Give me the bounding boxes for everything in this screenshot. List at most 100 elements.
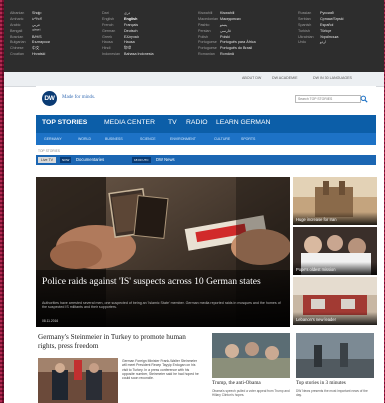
dw-logo[interactable]: DW <box>42 91 57 106</box>
nav-media-center[interactable]: MEDIA CENTER <box>104 119 155 126</box>
subnav-culture[interactable]: CULTURE <box>214 137 230 141</box>
side-story-title: Huge increase for Iran <box>296 217 337 222</box>
language-native: Shqip <box>32 10 42 15</box>
language-name: Pashto <box>198 22 210 27</box>
language-name: Spanish <box>298 22 312 27</box>
subnav-world[interactable]: WORLD <box>78 137 91 141</box>
languages-link[interactable]: DW IN 30 LANGUAGES <box>313 76 352 80</box>
nav-radio[interactable]: RADIO <box>186 119 208 126</box>
side-story[interactable]: Pope's oldest mission <box>293 227 377 275</box>
language-native: Română <box>220 52 234 57</box>
language-name: Indonesian <box>102 52 121 57</box>
live-tv-button[interactable]: Live TV <box>38 157 56 163</box>
tile-title[interactable]: Trump, the anti-Obama <box>212 380 261 386</box>
tile-title[interactable]: Top stories in 3 minutes <box>296 380 346 386</box>
language-native: Bahasa Indonesia <box>124 52 154 57</box>
story-photo <box>38 358 118 403</box>
language-native: አማርኛ <box>32 16 43 21</box>
subnav-environment[interactable]: ENVIRONMENT <box>170 137 196 141</box>
search-input[interactable]: Search TOP STORIES <box>295 95 361 103</box>
sub-nav: GERMANY WORLD BUSINESS SCIENCE ENVIRONME… <box>36 133 376 145</box>
academie-link[interactable]: DW ACADEMIE <box>272 76 298 80</box>
language-name: Serbian <box>298 16 311 21</box>
side-story-title: Pope's oldest mission <box>296 267 336 272</box>
language-name: Hindi <box>102 46 111 51</box>
language-native: हिन्दी <box>124 45 131 50</box>
language-native: Español <box>320 22 334 27</box>
language-name: English <box>102 16 115 21</box>
nav-top-stories[interactable]: TOP STORIES <box>42 119 87 126</box>
story-headline[interactable]: Germany's Steinmeier in Turkey to promot… <box>38 333 198 350</box>
side-story[interactable]: Huge increase for Iran <box>293 177 377 225</box>
language-name: Bengali <box>10 28 23 33</box>
language-name: Persian <box>198 28 211 33</box>
language-name: Bosnian <box>10 34 24 39</box>
nav-learn-german[interactable]: LEARN GERMAN <box>216 119 270 126</box>
side-story-caption: Pope's oldest mission <box>293 262 377 275</box>
language-native: 中文 <box>32 45 40 50</box>
nav-tv[interactable]: TV <box>168 119 177 126</box>
breadcrumb: TOP STORIES <box>38 149 60 153</box>
language-native: Polski <box>220 34 230 39</box>
tile-image <box>212 333 290 378</box>
slogan: Made for minds. <box>62 95 96 100</box>
language-native: اردو <box>320 40 327 45</box>
language-name: Bulgarian <box>10 40 26 45</box>
ticker-tag: NOW <box>60 157 72 163</box>
language-native: دری <box>124 10 131 15</box>
side-story[interactable]: Lebanon's new leader <box>293 277 377 325</box>
language-column-3: Kiswahili Kiswahili Macedonian Македонски … <box>198 10 256 57</box>
language-native: Македонски <box>220 16 241 21</box>
language-name: Polish <box>198 34 209 39</box>
language-item[interactable]: Croatian Hrvatski <box>10 51 50 57</box>
video-tile[interactable] <box>212 333 290 378</box>
language-native: Русский <box>320 10 334 15</box>
language-native: Português do Brasil <box>220 46 253 51</box>
subnav-business[interactable]: BUSINESS <box>105 137 123 141</box>
search-icon[interactable] <box>360 95 368 103</box>
language-native: پښتو <box>220 22 228 27</box>
hero-title[interactable]: Police raids against 'IS' suspects acros… <box>42 276 272 287</box>
language-name: German <box>102 28 116 33</box>
browser-page: Albanian Shqip Amharic አማርኛ Arabic عربي Ben… <box>4 0 384 403</box>
language-name: Kiswahili <box>198 10 213 15</box>
language-name: Chinese <box>10 46 24 51</box>
language-native: Türkçe <box>320 28 332 33</box>
language-name: Dari <box>102 10 109 15</box>
subnav-germany[interactable]: GERMANY <box>44 137 62 141</box>
language-item[interactable]: Urdu اردو <box>298 39 344 45</box>
language-item[interactable]: Indonesian Bahasa Indonesia <box>102 51 154 57</box>
language-native: B/H/S <box>32 34 42 39</box>
language-native: Kiswahili <box>220 10 235 15</box>
subnav-science[interactable]: SCIENCE <box>140 137 156 141</box>
language-native: Ελληνικά <box>124 34 139 39</box>
language-menu: Albanian Shqip Amharic አማርኛ Arabic عربي Ben… <box>4 0 384 72</box>
language-native: Português para África <box>220 40 256 45</box>
ticker-program[interactable]: Documentaries <box>76 157 104 163</box>
language-native: عربي <box>32 22 41 27</box>
story-teaser: German Foreign Minister Frank-Walter Ste… <box>122 359 199 381</box>
subnav-sports[interactable]: SPORTS <box>241 137 255 141</box>
about-link[interactable]: ABOUT DW <box>242 76 261 80</box>
language-native: فارسی <box>220 28 231 33</box>
side-story-caption: Huge increase for Iran <box>293 212 377 225</box>
story-image[interactable] <box>38 358 118 403</box>
video-tile[interactable] <box>296 333 374 378</box>
language-native: Српски/Srpski <box>320 16 344 21</box>
ticker-next-program[interactable]: DW News <box>156 157 175 163</box>
language-column-1: Albanian Shqip Amharic አማርኛ Arabic عربي Ben… <box>10 10 50 57</box>
side-story-title: Lebanon's new leader <box>296 317 336 322</box>
language-name: Romanian <box>198 52 215 57</box>
language-name: Ukrainian <box>298 34 314 39</box>
ticker-time: 18:00 UTC <box>132 157 151 163</box>
language-name: Portuguese <box>198 40 217 45</box>
language-native: Deutsch <box>124 28 138 33</box>
main-nav: TOP STORIES MEDIA CENTER TV RADIO LEARN … <box>36 115 376 133</box>
language-item[interactable]: Romanian Română <box>198 51 256 57</box>
hero-story[interactable]: Police raids against 'IS' suspects acros… <box>36 177 290 327</box>
language-name: Russian <box>298 10 312 15</box>
language-name: Albanian <box>10 10 25 15</box>
language-name: Hausa <box>102 40 113 45</box>
language-native: Български <box>32 40 50 45</box>
language-name: Turkish <box>298 28 310 33</box>
